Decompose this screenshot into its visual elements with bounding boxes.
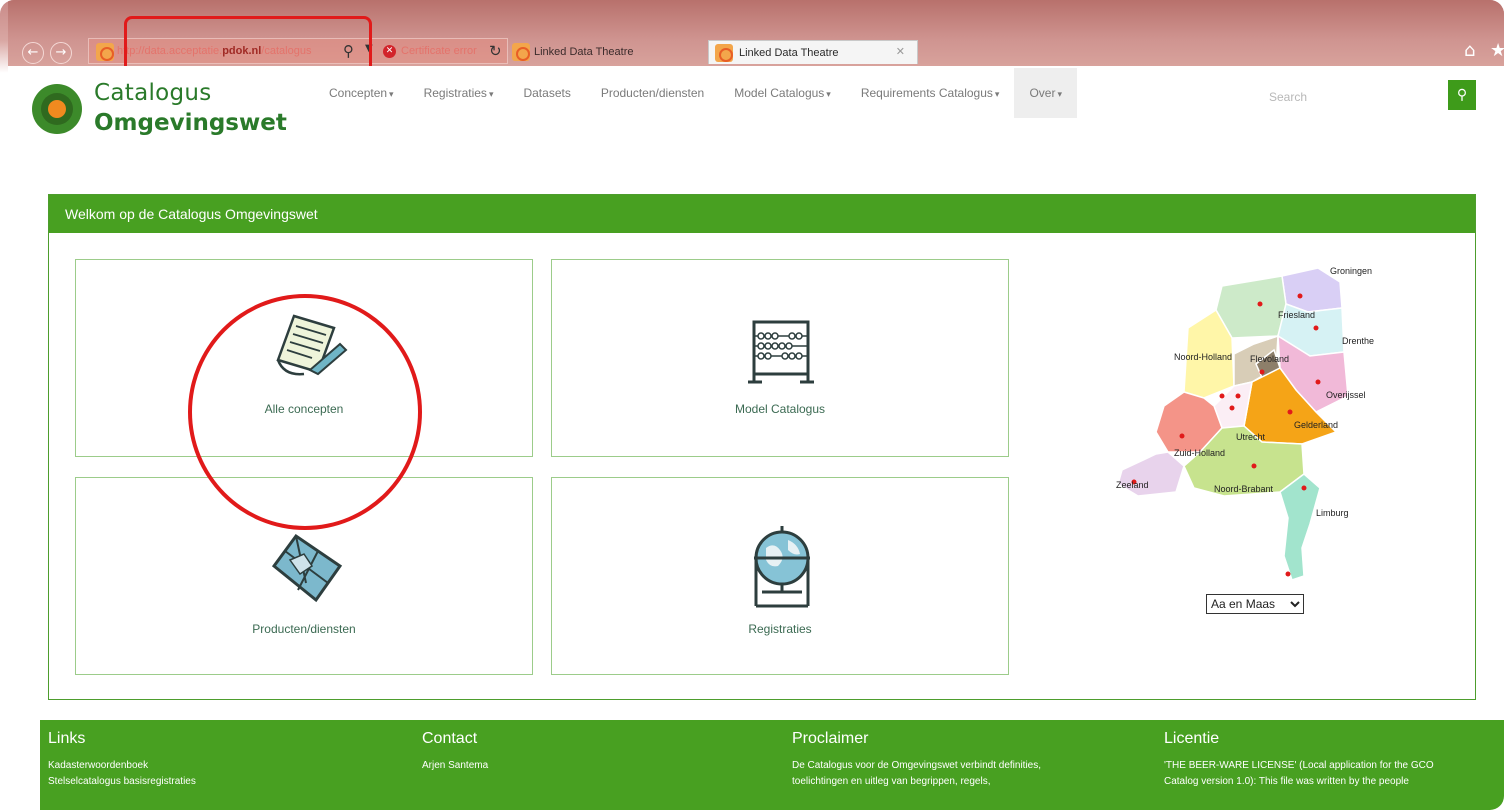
web-page: Catalogus Omgevingswet Concepten ▾ Regist… (8, 66, 1504, 810)
municipality-select[interactable]: Aa en Maas (1206, 594, 1304, 614)
caret-down-icon: ▾ (826, 89, 831, 99)
map-label-drenthe: Drenthe (1342, 336, 1374, 346)
footer-licentie-text: Catalog version 1.0): This file was writ… (1164, 776, 1409, 787)
certificate-error-label[interactable]: Certificate error (401, 45, 477, 57)
site-favicon-icon (96, 43, 114, 61)
annotation-highlight-circle (188, 294, 422, 530)
tab-label: Linked Data Theatre (739, 47, 839, 59)
map-label-utrecht: Utrecht (1236, 432, 1266, 442)
search-button[interactable]: ⚲ (1448, 80, 1476, 110)
map-label-groningen: Groningen (1330, 266, 1372, 276)
tile-label: Producten/diensten (252, 622, 356, 636)
footer-licentie-text: 'THE BEER-WARE LICENSE' (Local applicati… (1164, 760, 1434, 771)
map-label-noord-holland: Noord-Holland (1174, 352, 1232, 362)
footer-contact-column: Contact Arjen Santema (422, 730, 762, 774)
tab-favicon-icon (715, 44, 733, 62)
footer-proclaimer-text: toelichtingen en uitleg van begrippen, r… (792, 776, 991, 787)
nav-producten-diensten[interactable]: Producten/diensten (586, 68, 719, 118)
reload-icon[interactable]: ↻ (489, 42, 502, 60)
tab-label: Linked Data Theatre (534, 46, 634, 58)
map-label-limburg: Limburg (1316, 508, 1349, 518)
tab-close-icon[interactable]: ✕ (896, 45, 905, 58)
map-label-gelderland: Gelderland (1294, 420, 1338, 430)
footer-link-kadasterwoordenboek[interactable]: Kadasterwoordenboek (48, 758, 388, 774)
search-input[interactable] (1256, 82, 1444, 112)
browser-tab-inactive[interactable]: Linked Data Theatre (508, 40, 708, 64)
main-navigation: Concepten ▾ Registraties ▾ Datasets Produc… (314, 68, 1077, 118)
footer-contact-name[interactable]: Arjen Santema (422, 758, 762, 774)
map-label-zuid-holland: Zuid-Holland (1174, 448, 1225, 458)
map-label-overijssel: Overijssel (1326, 390, 1366, 400)
footer-licentie-title: Licentie (1164, 730, 1220, 747)
tile-label: Registraties (748, 622, 812, 636)
nav-datasets[interactable]: Datasets (508, 68, 585, 118)
map-label-friesland: Friesland (1278, 310, 1315, 320)
footer-links-column: Links Kadasterwoordenboek Stelselcatalog… (48, 730, 388, 790)
tile-model-catalogus[interactable]: Model Catalogus (551, 259, 1009, 457)
abacus-icon (748, 320, 814, 384)
tab-favicon-icon (512, 43, 530, 61)
footer-licentie-column: Licentie 'THE BEER-WARE LICENSE' (Local … (1164, 730, 1504, 790)
footer-proclaimer-title: Proclaimer (792, 730, 869, 747)
footer: Links Kadasterwoordenboek Stelselcatalog… (40, 720, 1504, 810)
logo-title-line2[interactable]: Omgevingswet (94, 110, 287, 136)
globe-icon (754, 526, 810, 608)
footer-proclaimer-text: De Catalogus voor de Omgevingswet verbin… (792, 760, 1042, 771)
nav-registraties[interactable]: Registraties ▾ (409, 68, 509, 118)
caret-down-icon: ▾ (389, 89, 394, 99)
caret-down-icon: ▾ (488, 89, 494, 99)
netherlands-map[interactable]: Groningen Friesland Drenthe Noord-Hollan… (1104, 256, 1394, 596)
logo-title-line1[interactable]: Catalogus (94, 80, 212, 106)
logo-icon[interactable] (32, 84, 82, 134)
map-label-noord-brabant: Noord-Brabant (1214, 484, 1274, 494)
nav-over[interactable]: Over ▾ (1014, 68, 1077, 118)
tile-label: Model Catalogus (734, 402, 826, 416)
nav-model-catalogus[interactable]: Model Catalogus ▾ (719, 68, 846, 118)
province-limburg (1279, 473, 1321, 581)
certificate-error-icon[interactable]: ✕ (383, 45, 396, 58)
panel-title: Welkom op de Catalogus Omgevingswet (49, 195, 1475, 233)
map-label-flevoland: Flevoland (1250, 354, 1289, 364)
footer-proclaimer-column: Proclaimer De Catalogus voor de Omgeving… (792, 730, 1132, 790)
map-label-zeeland: Zeeland (1116, 480, 1149, 490)
screenshot-frame: ← → http://data.acceptatie.pdok.nl/catal… (0, 0, 1504, 810)
tile-registraties[interactable]: Registraties (551, 477, 1009, 675)
caret-down-icon: ▾ (994, 89, 1000, 99)
footer-contact-title: Contact (422, 730, 478, 747)
favorites-star-icon[interactable]: ★ (1490, 40, 1504, 61)
browser-tab-active[interactable]: Linked Data Theatre ✕ (708, 40, 918, 64)
search-icon: ⚲ (1456, 87, 1468, 103)
back-button[interactable]: ← (22, 42, 44, 64)
caret-down-icon: ▾ (1057, 89, 1062, 99)
home-icon[interactable]: ⌂ (1464, 40, 1475, 61)
forward-button[interactable]: → (50, 42, 72, 64)
footer-links-title: Links (48, 730, 86, 747)
map-icon (271, 533, 343, 603)
footer-link-stelselcatalogus[interactable]: Stelselcatalogus basisregistraties (48, 774, 388, 790)
nav-requirements-catalogus[interactable]: Requirements Catalogus ▾ (846, 68, 1015, 118)
nav-concepten[interactable]: Concepten ▾ (314, 68, 409, 118)
